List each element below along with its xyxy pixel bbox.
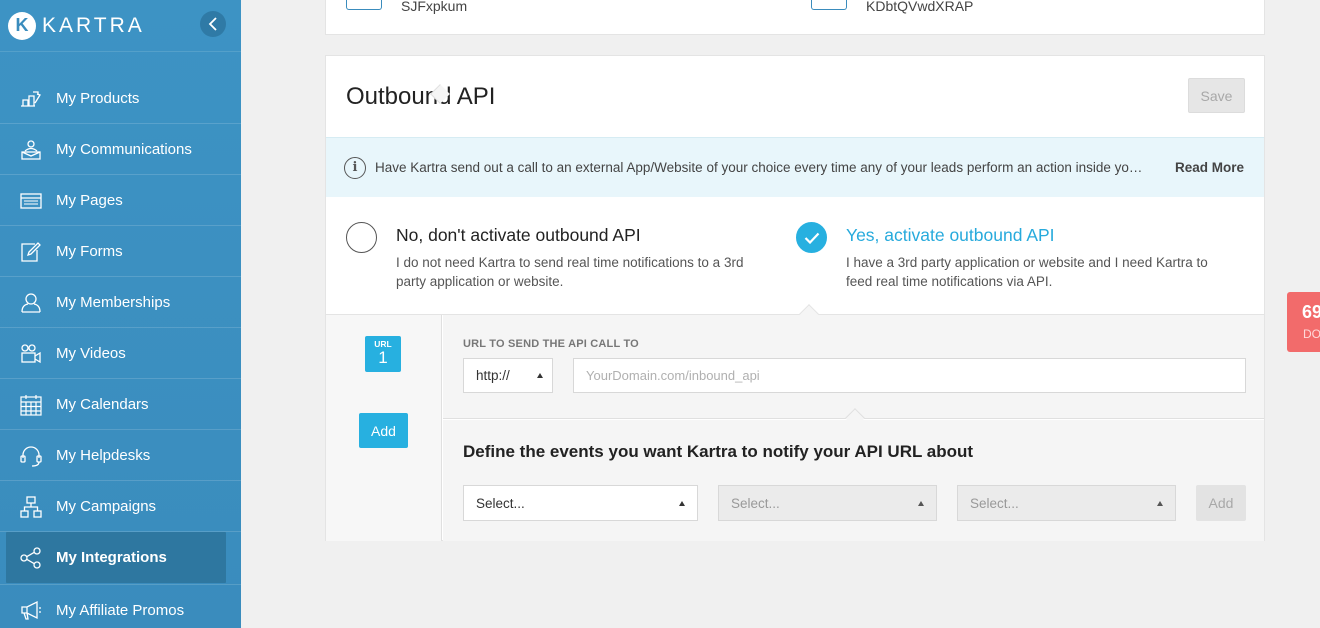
credential-box <box>811 0 847 10</box>
option-description: I do not need Kartra to send real time n… <box>396 255 744 289</box>
events-section: Define the events you want Kartra to not… <box>443 420 1264 541</box>
sidebar-item-forms[interactable]: My Forms <box>0 226 241 277</box>
protocol-value: http:// <box>476 368 510 383</box>
pages-icon <box>20 190 42 212</box>
option-description: I have a 3rd party application or websit… <box>846 255 1208 289</box>
sidebar-item-label: My Helpdesks <box>56 447 151 464</box>
sidebar-item-communications[interactable]: My Communications <box>0 124 241 175</box>
sidebar-item-videos[interactable]: My Videos <box>0 328 241 379</box>
select-value: Select... <box>970 495 1019 511</box>
api-url-input[interactable] <box>573 358 1246 393</box>
add-event-button[interactable]: Add <box>1196 485 1246 521</box>
checkmark-icon <box>804 232 819 244</box>
sidebar-item-label: My Products <box>56 90 140 107</box>
select-value: Select... <box>731 495 780 511</box>
sidebar-item-products[interactable]: My Products <box>0 73 241 124</box>
events-title: Define the events you want Kartra to not… <box>463 442 974 461</box>
credential-value: SJFxpkum <box>401 0 468 14</box>
helpdesks-icon <box>20 445 42 467</box>
memberships-icon <box>20 292 42 314</box>
chevron-left-icon <box>208 17 217 31</box>
sidebar-item-calendars[interactable]: My Calendars <box>0 379 241 430</box>
radio-unchecked[interactable] <box>346 222 377 253</box>
forms-icon <box>20 241 42 263</box>
option-title[interactable]: Yes, activate outbound API <box>846 225 1055 246</box>
promo-side-tab[interactable]: 69 DO <box>1287 292 1320 352</box>
radio-checked[interactable] <box>796 222 827 253</box>
api-credentials-card: SJFxpkum KDbtQVwdXRAP <box>325 0 1265 35</box>
sidebar-item-label: My Memberships <box>56 294 171 311</box>
campaigns-icon <box>20 495 42 518</box>
brand-name[interactable]: KARTRA <box>42 14 145 38</box>
url-field-label: URL TO SEND THE API CALL TO <box>463 338 639 350</box>
card-title: Outbound API <box>346 83 496 110</box>
caret-up-icon <box>679 501 685 506</box>
sidebar-item-label: My Forms <box>56 243 123 260</box>
sidebar-item-campaigns[interactable]: My Campaigns <box>0 481 241 532</box>
sidebar-item-label: My Communications <box>56 141 192 158</box>
sidebar: K KARTRA My Products My Communications M… <box>0 0 241 628</box>
calendars-icon <box>20 394 42 416</box>
url-badge-number: 1 <box>378 348 388 367</box>
option-title[interactable]: No, don't activate outbound API <box>396 225 641 246</box>
sidebar-item-label: My Affiliate Promos <box>56 601 185 619</box>
event-select-2[interactable]: Select... <box>718 485 937 521</box>
brand-header: K KARTRA <box>0 0 241 52</box>
add-url-button[interactable]: Add <box>359 413 408 448</box>
info-icon: i <box>344 156 366 179</box>
info-text: Have Kartra send out a call to an extern… <box>375 160 1145 175</box>
megaphone-icon <box>20 599 42 621</box>
sidebar-item-label: My Calendars <box>56 396 149 413</box>
sidebar-item-label: My Campaigns <box>56 498 157 515</box>
sidebar-item-affiliate-promos[interactable]: My Affiliate Promos <box>0 584 241 628</box>
sidebar-item-label: My Pages <box>56 192 123 209</box>
videos-icon <box>20 343 42 365</box>
side-tab-label: DO <box>1303 327 1320 341</box>
communications-icon <box>20 139 42 161</box>
sidebar-item-integrations[interactable]: My Integrations <box>6 532 226 583</box>
sidebar-item-label: My Videos <box>56 345 126 362</box>
info-bar: i Have Kartra send out a call to an exte… <box>326 137 1264 197</box>
protocol-select[interactable]: http:// <box>463 358 553 393</box>
kartra-logo[interactable]: K <box>8 11 36 40</box>
url-section: URL TO SEND THE API CALL TO http:// <box>443 315 1264 419</box>
event-select-3[interactable]: Select... <box>957 485 1176 521</box>
credential-value: KDbtQVwdXRAP <box>866 0 974 14</box>
caret-up-icon <box>918 501 924 506</box>
integrations-icon <box>20 546 42 569</box>
sidebar-item-pages[interactable]: My Pages <box>0 175 241 226</box>
sidebar-item-helpdesks[interactable]: My Helpdesks <box>0 430 241 481</box>
sidebar-collapse-button[interactable] <box>200 11 226 37</box>
products-icon <box>20 88 42 110</box>
outbound-api-card: Outbound API Save i Have Kartra send out… <box>325 55 1265 541</box>
credential-box <box>346 0 382 10</box>
caret-up-icon <box>537 373 543 378</box>
read-more-link[interactable]: Read More <box>1175 160 1244 175</box>
sidebar-item-memberships[interactable]: My Memberships <box>0 277 241 328</box>
event-select-1[interactable]: Select... <box>463 485 698 521</box>
select-value: Select... <box>476 495 525 511</box>
side-tab-number: 69 <box>1302 302 1320 322</box>
url-badge[interactable]: URL 1 <box>365 336 401 372</box>
url-list-column: URL 1 Add <box>326 315 442 541</box>
caret-up-icon <box>1157 501 1163 506</box>
sidebar-nav: My Products My Communications My Pages M… <box>0 52 241 628</box>
sidebar-item-label: My Integrations <box>56 549 167 566</box>
save-button[interactable]: Save <box>1188 78 1245 113</box>
